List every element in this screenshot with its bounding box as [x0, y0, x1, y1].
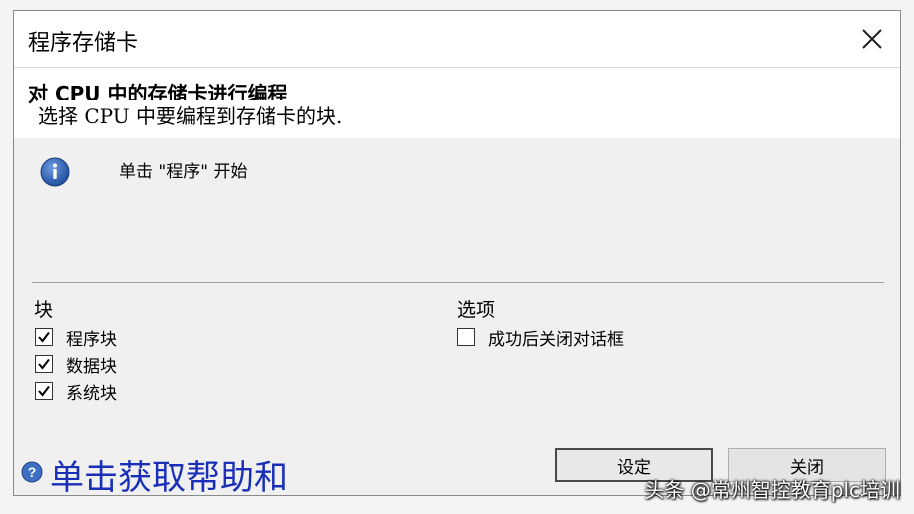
screen: 程序存储卡 对 CPU 中的存储卡进行编程 选择 CPU 中要编程到存储卡的块. [0, 0, 914, 514]
checkbox-box[interactable] [457, 328, 475, 346]
svg-text:?: ? [28, 464, 37, 480]
checkbox-box[interactable] [35, 355, 53, 373]
checkbox-label: 程序块 [66, 329, 117, 350]
checkbox-data-block[interactable]: 数据块 [35, 352, 117, 377]
close-x-icon[interactable] [854, 21, 890, 57]
window-title: 程序存储卡 [28, 31, 139, 56]
header-area: 对 CPU 中的存储卡进行编程 选择 CPU 中要编程到存储卡的块. [14, 67, 900, 138]
info-message: 单击 "程序" 开始 [119, 162, 248, 182]
help-icon[interactable]: ? [21, 461, 43, 483]
checkbox-close-on-success[interactable]: 成功后关闭对话框 [457, 325, 624, 350]
watermark: 头条 @常州智控教育plc培训 [644, 478, 900, 502]
checkbox-box[interactable] [35, 382, 53, 400]
program-memory-card-dialog: 程序存储卡 对 CPU 中的存储卡进行编程 选择 CPU 中要编程到存储卡的块. [13, 10, 901, 496]
checkbox-box[interactable] [35, 328, 53, 346]
header-subtitle: 选择 CPU 中要编程到存储卡的块. [38, 100, 349, 129]
checkbox-system-block[interactable]: 系统块 [35, 379, 117, 404]
checkbox-label: 数据块 [66, 356, 117, 377]
checkbox-label: 系统块 [66, 383, 117, 404]
info-icon [40, 157, 70, 187]
help-link[interactable]: 单击获取帮助和 [50, 450, 288, 495]
options-group-title: 选项 [457, 299, 496, 321]
checkbox-label: 成功后关闭对话框 [488, 329, 624, 350]
title-bar: 程序存储卡 [14, 11, 900, 67]
blocks-group-title: 块 [34, 299, 54, 321]
checkbox-program-block[interactable]: 程序块 [35, 325, 117, 350]
separator [32, 282, 884, 283]
